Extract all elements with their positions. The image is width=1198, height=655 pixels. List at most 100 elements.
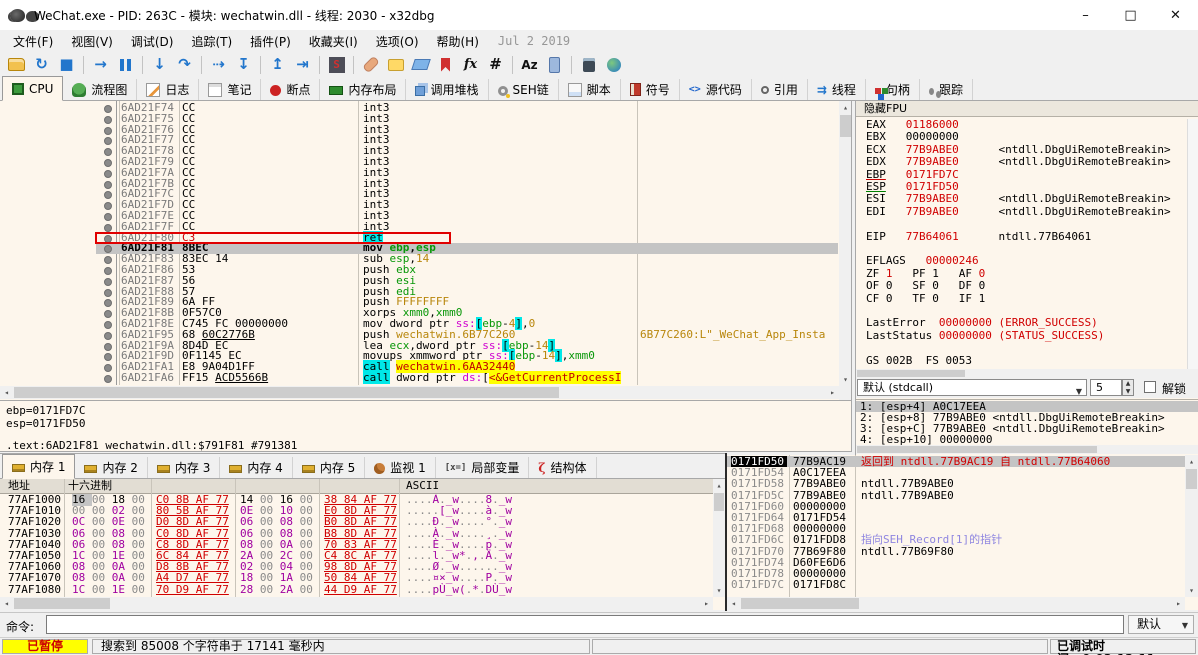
comment-icon[interactable] — [383, 53, 408, 76]
menu-options[interactable]: 选项(O) — [367, 31, 428, 52]
dump-vscroll[interactable]: ▴ ▾ — [713, 479, 725, 597]
scroll-thumb[interactable] — [714, 493, 724, 511]
menu-plugins[interactable]: 插件(P) — [241, 31, 300, 52]
restart-icon[interactable]: ↻ — [29, 53, 54, 76]
close-button[interactable]: ✕ — [1153, 0, 1198, 30]
highlight-icon[interactable]: Az — [517, 53, 542, 76]
tab-dump5[interactable]: 内存 5 — [293, 457, 365, 478]
tab-source[interactable]: <>源代码 — [680, 79, 752, 100]
stack-vscroll[interactable]: ▴ ▾ — [1185, 455, 1198, 597]
function-icon[interactable]: fx — [458, 53, 483, 76]
tab-log[interactable]: 日志 — [137, 79, 199, 100]
registers-hscroll[interactable] — [856, 369, 1198, 378]
breakpoint-dot[interactable] — [104, 353, 112, 361]
animate-into-icon[interactable]: ⇢ — [206, 53, 231, 76]
tab-dump3[interactable]: 内存 3 — [148, 457, 220, 478]
hash-icon[interactable]: # — [483, 53, 508, 76]
maximize-button[interactable]: □ — [1108, 0, 1153, 30]
breakpoint-dot[interactable] — [104, 224, 112, 232]
scroll-thumb[interactable] — [857, 446, 1097, 453]
tab-trace[interactable]: 跟踪 — [920, 79, 973, 100]
tab-graph[interactable]: 流程图 — [63, 79, 137, 100]
breakpoint-dot[interactable] — [104, 332, 112, 340]
bookmark-icon[interactable] — [433, 53, 458, 76]
tab-locals[interactable]: [x=]局部变量 — [436, 457, 530, 478]
breakpoint-dot[interactable] — [104, 310, 112, 318]
scroll-up-arrow[interactable]: ▴ — [839, 101, 852, 114]
calling-convention-select[interactable]: 默认 (stdcall) ▼ — [857, 379, 1087, 396]
globe-icon[interactable] — [601, 53, 626, 76]
menu-file[interactable]: 文件(F) — [4, 31, 62, 52]
label-icon[interactable] — [408, 53, 433, 76]
breakpoint-dot[interactable] — [104, 202, 112, 210]
breakpoint-dot[interactable] — [104, 213, 112, 221]
scroll-thumb[interactable] — [1186, 469, 1197, 489]
scroll-thumb[interactable] — [14, 387, 559, 398]
dump-hscroll[interactable]: ◂ ▸ — [0, 597, 713, 610]
tab-memmap[interactable]: 内存布局 — [320, 79, 406, 100]
pause-icon[interactable] — [113, 53, 138, 76]
register-row[interactable]: CF 0 TF 0 IF 1 — [866, 293, 985, 305]
menu-debug[interactable]: 调试(D) — [122, 31, 183, 52]
minimize-button[interactable]: – — [1063, 0, 1108, 30]
arg-count-input[interactable]: 5 — [1090, 379, 1122, 396]
hide-fpu-button[interactable]: 隐藏FPU — [856, 101, 1198, 117]
tab-dump4[interactable]: 内存 4 — [220, 457, 292, 478]
scroll-down-arrow[interactable]: ▾ — [713, 584, 725, 597]
scroll-thumb[interactable] — [14, 598, 110, 609]
tab-struct[interactable]: ζ结构体 — [529, 457, 596, 478]
dump-row[interactable]: 77AF10801C 00 1E 0070 D9 AF 7728 00 2A 0… — [0, 584, 713, 595]
tab-dump2[interactable]: 内存 2 — [75, 457, 147, 478]
breakpoint-dot[interactable] — [104, 181, 112, 189]
unlock-checkbox[interactable] — [1144, 381, 1156, 393]
command-input[interactable] — [46, 615, 1124, 634]
scroll-thumb[interactable] — [857, 370, 965, 377]
scroll-left-arrow[interactable]: ◂ — [0, 386, 13, 399]
disasm-vscroll[interactable]: ▴ ▾ — [839, 101, 852, 400]
scroll-thumb[interactable] — [840, 115, 851, 137]
command-script-select[interactable]: 默认 ▼ — [1128, 615, 1194, 634]
breakpoint-dot[interactable] — [104, 159, 112, 167]
stack-row[interactable]: 0171FD6C0171FDD8指向SEH_Record[1]的指针 — [727, 534, 1185, 545]
tab-references[interactable]: 引用 — [752, 79, 808, 100]
strings-icon[interactable]: S — [324, 53, 349, 76]
tab-threads[interactable]: ⇉线程 — [808, 79, 866, 100]
breakpoint-dot[interactable] — [104, 191, 112, 199]
tab-seh[interactable]: SEH链 — [489, 79, 559, 100]
breakpoint-dot[interactable] — [104, 299, 112, 307]
patch-icon[interactable] — [358, 53, 383, 76]
breakpoint-dot[interactable] — [104, 343, 112, 351]
scroll-right-arrow[interactable]: ▸ — [1172, 597, 1185, 610]
tab-breakpoints[interactable]: 断点 — [261, 79, 320, 100]
menu-favourites[interactable]: 收藏夹(I) — [300, 31, 367, 52]
tab-watch1[interactable]: 监视 1 — [365, 457, 435, 478]
scroll-down-arrow[interactable]: ▾ — [839, 373, 852, 386]
stop-icon[interactable]: ■ — [54, 53, 79, 76]
register-row[interactable]: GS 002B FS 0053 — [866, 355, 972, 367]
stack-row[interactable]: 0171FD5877B9ABE0ntdll.77B9ABE0 — [727, 478, 1185, 489]
disasm-hscroll[interactable]: ◂ ▸ — [0, 386, 839, 399]
breakpoint-dot[interactable] — [104, 148, 112, 156]
register-row[interactable]: LastStatus 00000000 (STATUS_SUCCESS) — [866, 330, 1104, 342]
tab-notes[interactable]: 笔记 — [199, 79, 261, 100]
registers-vscroll[interactable] — [1187, 119, 1198, 369]
breakpoint-dot[interactable] — [104, 127, 112, 135]
scroll-up-arrow[interactable]: ▴ — [1185, 455, 1198, 468]
menu-view[interactable]: 视图(V) — [62, 31, 122, 52]
breakpoint-dot[interactable] — [104, 364, 112, 372]
phone-icon[interactable] — [542, 53, 567, 76]
breakpoint-dot[interactable] — [104, 170, 112, 178]
step-over-icon[interactable]: ↷ — [172, 53, 197, 76]
breakpoint-dot[interactable] — [104, 116, 112, 124]
tab-script[interactable]: 脚本 — [559, 79, 621, 100]
register-row[interactable]: EIP 77B64061 ntdll.77B64061 — [866, 231, 1091, 243]
stack-row[interactable]: 0171FD7C0171FD8C — [727, 579, 1185, 590]
disasm-row[interactable]: 6AD21FA6FF15 ACD5566Bcall dword ptr ds:[… — [0, 373, 838, 384]
scroll-right-arrow[interactable]: ▸ — [826, 386, 839, 399]
argument-row[interactable]: 4: [esp+10] 00000000 — [856, 434, 1198, 445]
arguments-hscroll[interactable] — [856, 445, 1198, 454]
stack-hscroll[interactable]: ◂ ▸ — [727, 597, 1185, 610]
scroll-right-arrow[interactable]: ▸ — [700, 597, 713, 610]
breakpoint-dot[interactable] — [104, 137, 112, 145]
register-row[interactable]: EDI 77B9ABE0 <ntdll.DbgUiRemoteBreakin> — [866, 206, 1171, 218]
